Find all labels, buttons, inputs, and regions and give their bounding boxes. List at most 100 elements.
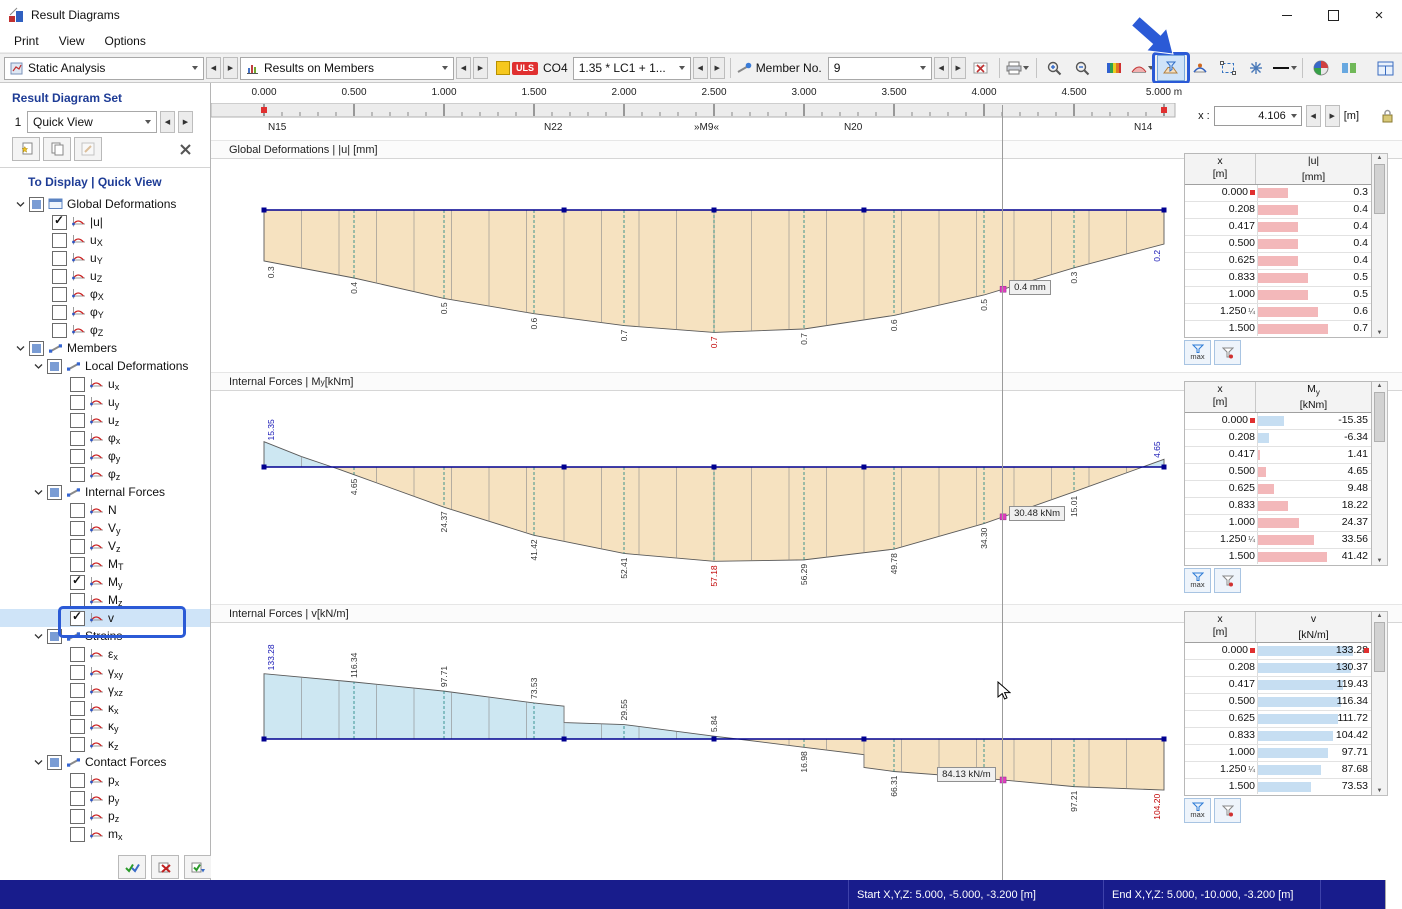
tree-item-v-y[interactable]: Vy [0,519,210,537]
tree-item-m-x[interactable]: mx [0,825,210,843]
checkbox[interactable] [70,609,85,626]
scroll-thumb[interactable] [1374,622,1385,672]
checkbox[interactable] [70,573,85,590]
tree-item-xy[interactable]: γ xy [0,663,210,681]
checkbox[interactable] [47,628,62,644]
checkbox[interactable] [70,502,85,518]
deformation-display-button[interactable] [1187,56,1213,80]
tree-item-y[interactable]: φy [0,447,210,465]
table-row[interactable]: 0.833 18.22 [1185,498,1371,515]
tree-item-m-y[interactable]: My [0,573,210,591]
checkbox[interactable] [70,538,85,554]
tree-item-n[interactable]: N [0,501,210,519]
table-filter-button[interactable] [1214,798,1241,823]
delete-set-button[interactable] [172,138,198,160]
checkbox[interactable] [52,232,67,248]
tree-item-u-z[interactable]: uz [0,411,210,429]
color-scale-button[interactable] [1101,56,1127,80]
table-row[interactable]: 0.625 9.48 [1185,481,1371,498]
close-button[interactable]: × [1356,0,1402,30]
result-diagram-filter-button[interactable] [1130,15,1190,84]
checkbox[interactable] [70,736,85,752]
result-display-button[interactable] [1336,56,1362,80]
rename-set-button[interactable] [74,137,102,161]
table-row[interactable]: 0.208 0.4 [1185,202,1371,219]
tree-item-strains[interactable]: Strains [0,627,210,645]
checkbox[interactable] [70,772,85,788]
table-row[interactable]: 0.000 133.28 [1185,643,1371,660]
tree-item-internal-forces[interactable]: Internal Forces [0,483,210,501]
next-set-button[interactable]: ▶ [178,111,193,133]
checkbox[interactable] [70,412,85,428]
tree-item-z[interactable]: φz [0,465,210,483]
table-row[interactable]: 0.500 0.4 [1185,236,1371,253]
next-category-button[interactable]: ▶ [473,57,488,79]
table-row[interactable]: 0.500 116.34 [1185,694,1371,711]
table-scrollbar[interactable]: ▲ ▼ [1372,153,1388,338]
table-row[interactable]: 1.500 0.7 [1185,321,1371,336]
checkbox[interactable] [52,268,67,284]
moment-chart[interactable]: 15.35 4.65 24.37 41.42 52.41 57.18 56.29 49.78 3… [211,391,1176,604]
resize-grip[interactable] [1385,880,1402,909]
prev-set-button[interactable]: ◀ [160,111,175,133]
tree-item-v[interactable]: v [0,609,210,627]
table-row[interactable]: 0.417 0.4 [1185,219,1371,236]
tree-item-u[interactable]: |u| [0,213,210,231]
tree-item-u-y[interactable]: uy [0,393,210,411]
menu-print[interactable]: Print [4,34,49,48]
table-row[interactable]: 0.500 4.65 [1185,464,1371,481]
table-row[interactable]: 0.208 -6.34 [1185,430,1371,447]
table-row[interactable]: 0.417 119.43 [1185,677,1371,694]
table-row[interactable]: 0.208 130.37 [1185,660,1371,677]
checkbox[interactable] [47,754,62,770]
tree-item-x[interactable]: εx [0,645,210,663]
tree-item-m-z[interactable]: Mz [0,591,210,609]
menu-view[interactable]: View [49,34,95,48]
checkbox[interactable] [52,322,67,338]
tree-item-y[interactable]: κy [0,717,210,735]
tree-item-u-z[interactable]: uZ [0,267,210,285]
member-no-combo[interactable]: 9 [827,56,932,80]
table-row[interactable]: 1.500 41.42 [1185,549,1371,564]
scroll-up-arrow[interactable]: ▲ [1372,155,1387,161]
checkbox[interactable] [52,286,67,302]
table-row[interactable]: 1.250 ¼ 33.56 [1185,532,1371,549]
table-scrollbar[interactable]: ▲ ▼ [1372,611,1388,796]
table-row[interactable]: 0.417 1.41 [1185,447,1371,464]
table-row[interactable]: 1.250 ¼ 0.6 [1185,304,1371,321]
tree-item-contact-forces[interactable]: Contact Forces [0,753,210,771]
tree-item-p-z[interactable]: pz [0,807,210,825]
tree-item-u-y[interactable]: uY [0,249,210,267]
zoom-in-button[interactable] [1042,56,1068,80]
scroll-up-arrow[interactable]: ▲ [1372,383,1387,389]
table-row[interactable]: 1.000 24.37 [1185,515,1371,532]
checkbox[interactable] [70,556,85,572]
tree-item-u-x[interactable]: ux [0,375,210,393]
scroll-up-arrow[interactable]: ▲ [1372,613,1387,619]
tree-item-x[interactable]: κx [0,699,210,717]
scroll-thumb[interactable] [1374,164,1385,214]
tree-item-v-z[interactable]: Vz [0,537,210,555]
table-row[interactable]: 1.500 73.53 [1185,779,1371,794]
select-all-button[interactable] [118,855,146,879]
expander-icon[interactable] [16,345,25,352]
result-position-line[interactable] [1002,105,1003,880]
next-combination-button[interactable]: ▶ [709,57,725,79]
tree-item-m-t[interactable]: MT [0,555,210,573]
quick-view-combo[interactable]: Quick View [27,111,157,133]
prev-analysis-button[interactable]: ◀ [206,57,221,79]
checkbox[interactable] [52,250,67,266]
checkbox[interactable] [70,700,85,716]
tree-item-y[interactable]: φY [0,303,210,321]
checkbox[interactable] [47,358,62,374]
checkbox[interactable] [70,520,85,536]
deselect-all-button[interactable] [151,855,179,879]
table-scrollbar[interactable]: ▲ ▼ [1372,381,1388,566]
expander-icon[interactable] [34,633,43,640]
checkbox[interactable] [70,646,85,662]
print-button[interactable] [1005,56,1031,80]
tree-item-z[interactable]: κz [0,735,210,753]
scroll-down-arrow[interactable]: ▼ [1372,558,1387,564]
maximize-button[interactable] [1310,0,1356,30]
results-category-combo[interactable]: Results on Members [240,56,454,80]
